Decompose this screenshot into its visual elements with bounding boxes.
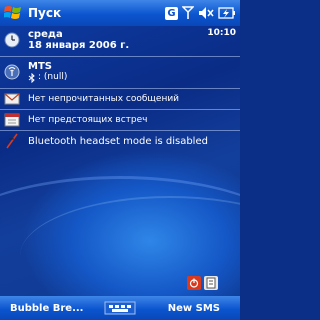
bluetooth-headset-item[interactable]: Bluetooth headset mode is disabled	[0, 131, 240, 151]
bluetooth-icon	[28, 72, 35, 83]
bluetooth-status: : (null)	[38, 72, 68, 82]
system-tray: G	[165, 6, 240, 20]
weekday-label: среда	[28, 29, 63, 40]
operator-name: MTS	[28, 61, 52, 72]
clock-icon	[2, 30, 22, 50]
headset-disabled-icon	[2, 131, 22, 151]
task-manager-icon[interactable]	[204, 276, 218, 290]
messages-label: Нет непрочитанных сообщений	[28, 94, 180, 104]
speaker-muted-icon[interactable]	[198, 6, 214, 20]
envelope-icon	[2, 89, 22, 109]
notification-icons	[187, 276, 218, 290]
page-title[interactable]: Пуск	[28, 6, 165, 20]
start-menu-button[interactable]	[0, 0, 26, 26]
windows-logo-icon	[4, 6, 21, 19]
battery-charging-icon[interactable]	[218, 7, 236, 19]
title-bar: Пуск G	[0, 0, 240, 26]
gprs-icon[interactable]: G	[165, 6, 178, 20]
bluetooth-headset-label: Bluetooth headset mode is disabled	[28, 135, 208, 147]
divider	[0, 56, 240, 57]
keyboard-icon[interactable]	[104, 301, 136, 315]
left-softkey[interactable]: Bubble Bre...	[0, 303, 115, 314]
signal-strength-icon[interactable]	[182, 6, 194, 20]
owner-item[interactable]: MTS : (null)	[0, 58, 240, 86]
full-date-label: 18 января 2006 г.	[28, 40, 130, 51]
wireless-icon	[2, 62, 22, 82]
power-icon[interactable]	[187, 276, 201, 290]
date-item[interactable]: среда 18 января 2006 г. 10:10	[0, 26, 240, 54]
clock-time: 10:10	[207, 28, 236, 38]
calendar-label: Нет предстоящих встреч	[28, 115, 148, 125]
messages-item[interactable]: Нет непрочитанных сообщений	[0, 89, 240, 109]
calendar-item[interactable]: Нет предстоящих встреч	[0, 110, 240, 130]
calendar-icon	[2, 110, 22, 130]
